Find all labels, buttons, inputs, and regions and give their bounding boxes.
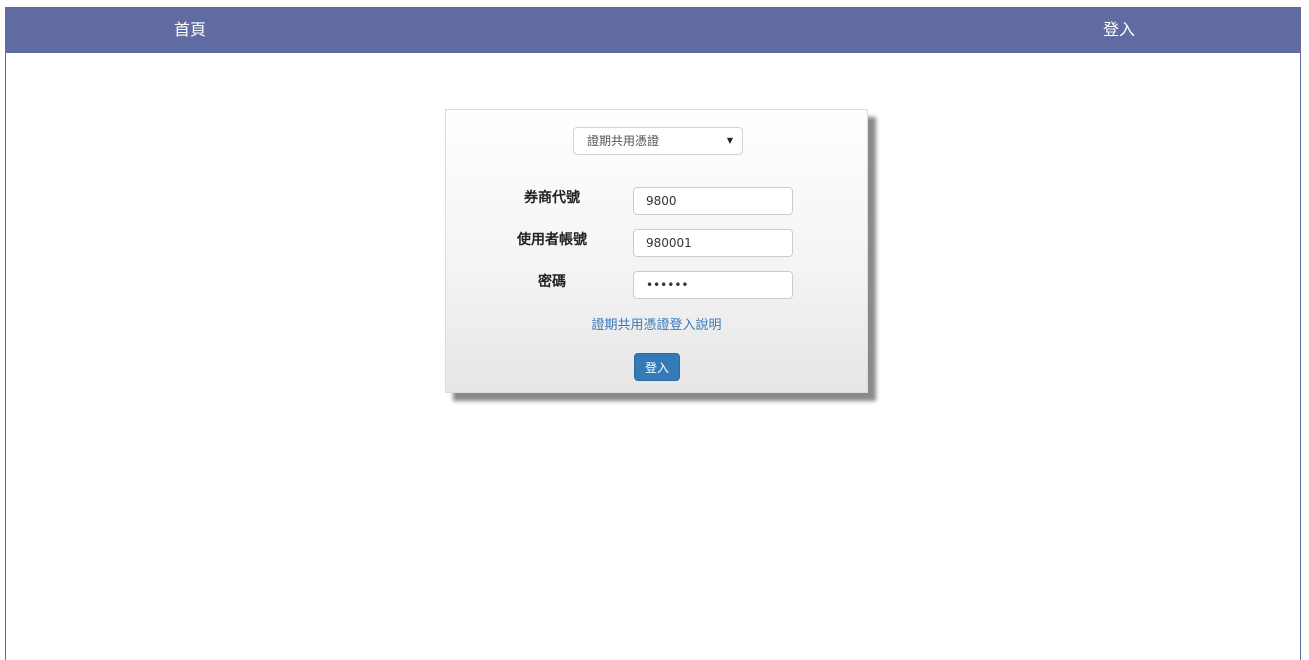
password-label: 密碼 — [538, 274, 566, 290]
password-input[interactable] — [633, 271, 793, 299]
page-frame: 首頁 登入 證期共用憑證 ▼ 券商代號 使用者帳號 密碼 證期共用憑證登入說明 … — [5, 7, 1301, 660]
broker-code-input[interactable] — [633, 187, 793, 215]
dropdown-caret-icon: ▼ — [726, 136, 733, 145]
user-account-label: 使用者帳號 — [517, 232, 587, 248]
nav-login-link[interactable]: 登入 — [1103, 7, 1135, 53]
credential-login-help-link[interactable]: 證期共用憑證登入說明 — [446, 314, 867, 333]
broker-code-label: 券商代號 — [524, 190, 580, 206]
nav-home-link[interactable]: 首頁 — [174, 7, 206, 53]
top-navbar: 首頁 登入 — [6, 7, 1300, 53]
login-button[interactable]: 登入 — [634, 353, 680, 381]
credential-type-select[interactable]: 證期共用憑證 ▼ — [573, 127, 743, 155]
login-card: 證期共用憑證 ▼ 券商代號 使用者帳號 密碼 證期共用憑證登入說明 登入 — [445, 109, 868, 393]
user-account-input[interactable] — [633, 229, 793, 257]
credential-type-selected-value: 證期共用憑證 — [587, 134, 660, 148]
